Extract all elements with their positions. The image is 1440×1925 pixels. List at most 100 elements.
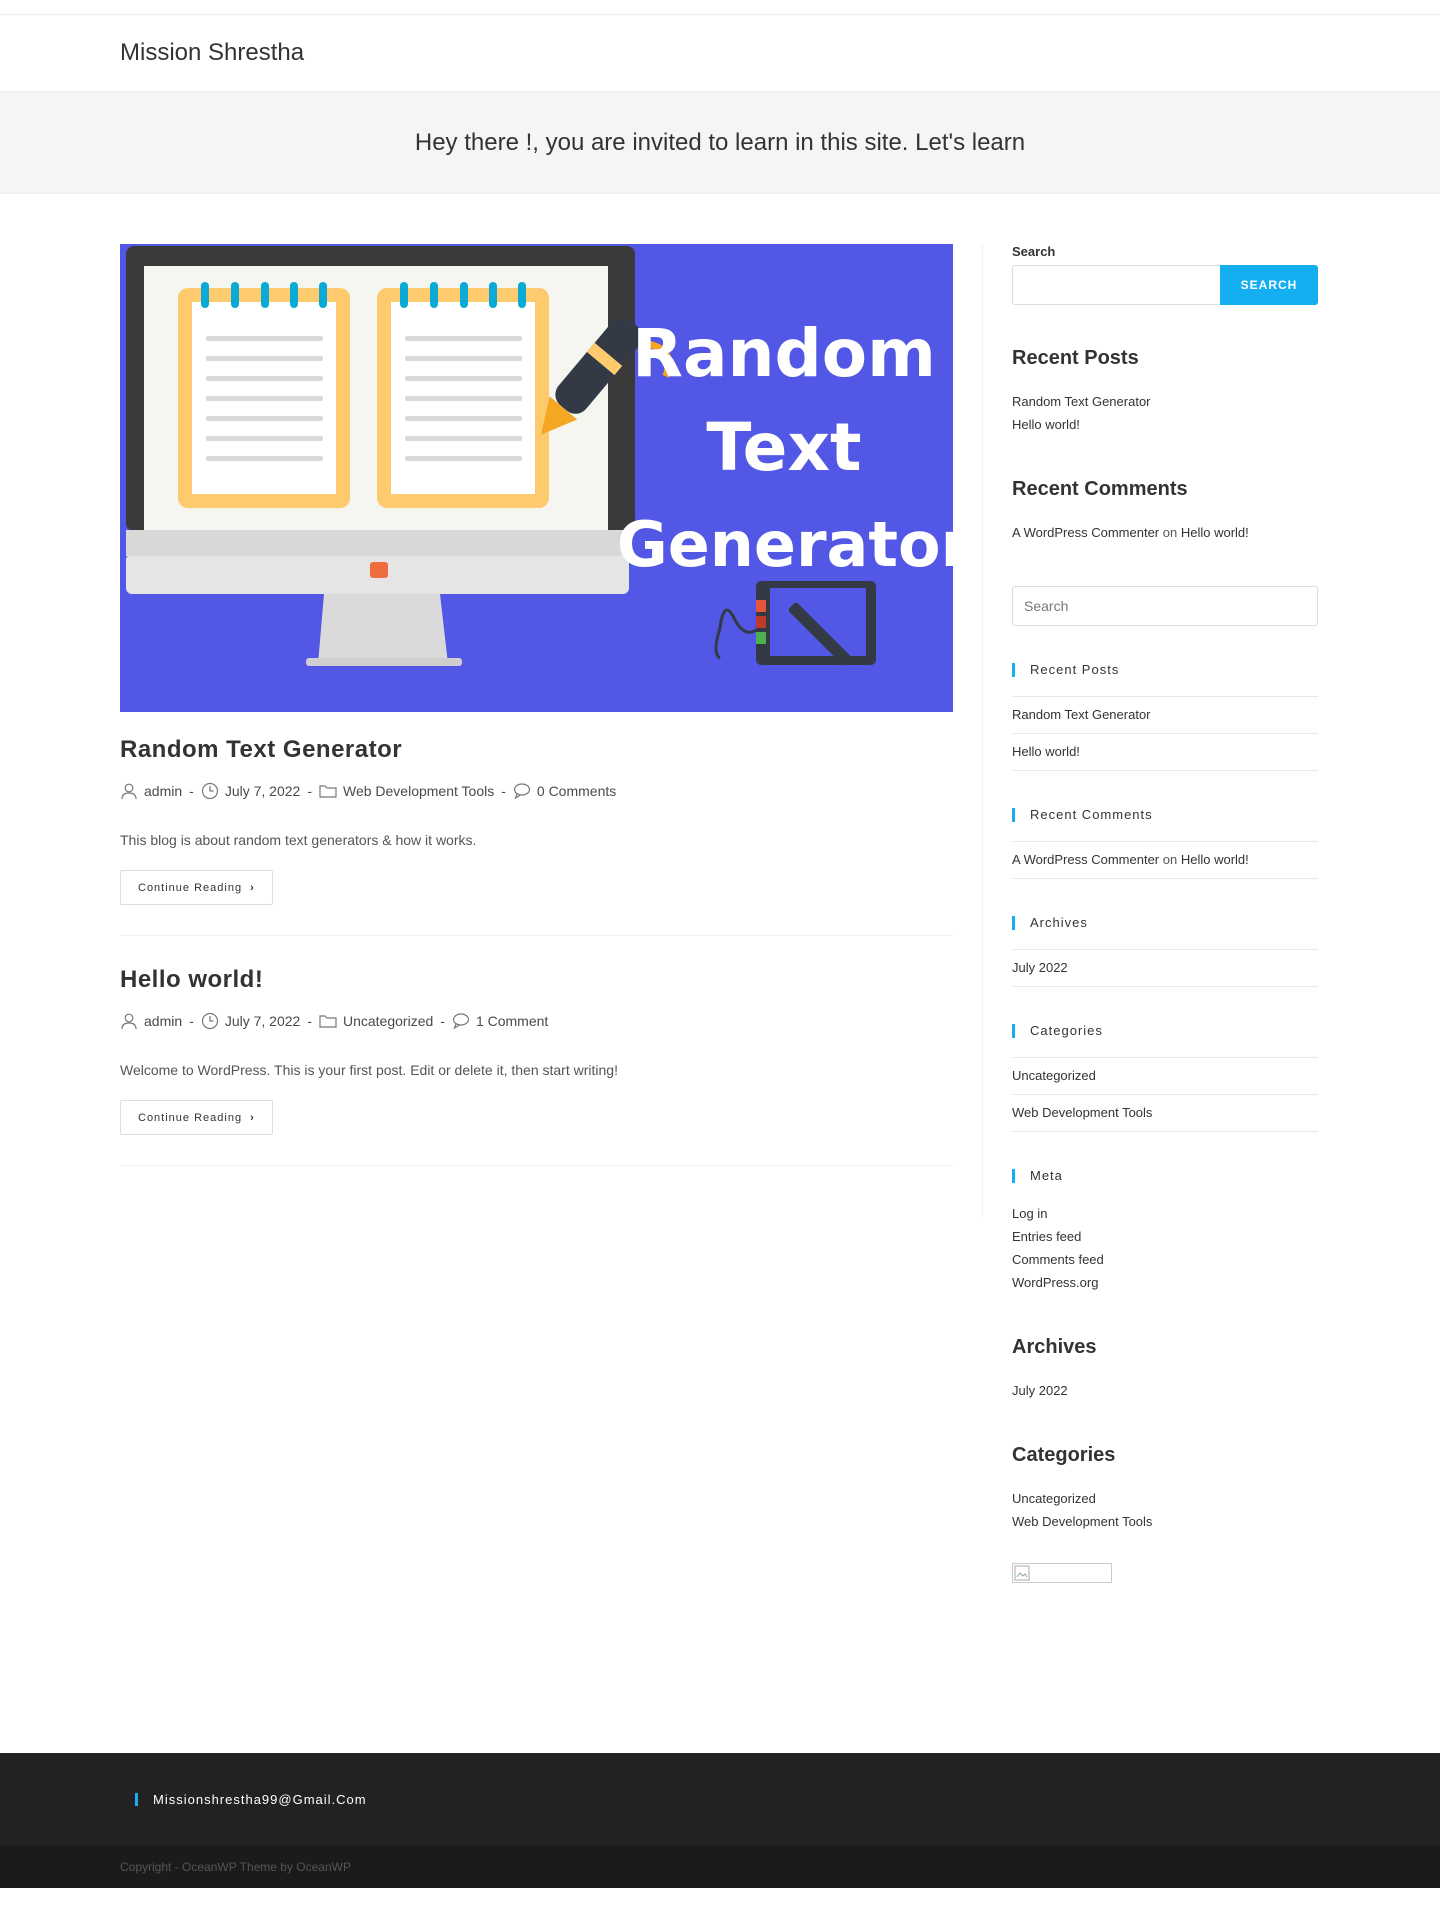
- comment-post-link[interactable]: Hello world!: [1181, 525, 1249, 540]
- post-meta: admin - July 7, 2022 - Web Development T…: [120, 782, 953, 800]
- boxed-recent-posts-title: Recent Posts: [1012, 663, 1318, 677]
- post-author-link[interactable]: admin: [144, 1013, 182, 1029]
- featured-text-line-3: Generator: [617, 508, 953, 581]
- post-title-link[interactable]: Random Text Generator: [120, 736, 953, 764]
- search-input-2[interactable]: Search: [1012, 586, 1318, 626]
- site-title-link[interactable]: Mission Shrestha: [120, 39, 304, 66]
- column-divider: [953, 244, 983, 1217]
- banner-heading: Hey there !, you are invited to learn in…: [414, 128, 1026, 156]
- search-form: SEARCH: [1012, 265, 1318, 305]
- meta-comments-feed-link[interactable]: Comments feed: [1012, 1252, 1104, 1267]
- category-link[interactable]: Uncategorized: [1012, 1068, 1096, 1083]
- footer-email: Missionshrestha99@Gmail.Com: [135, 1793, 1320, 1806]
- meta-wordpress-link[interactable]: WordPress.org: [1012, 1275, 1098, 1290]
- archive-link[interactable]: July 2022: [1012, 960, 1068, 975]
- boxed-categories-title: Categories: [1012, 1024, 1318, 1038]
- post-author: admin: [120, 1012, 182, 1030]
- search-label: Search: [1012, 244, 1056, 259]
- footer-bottom-bar: Copyright - OceanWP Theme by OceanWP: [0, 1846, 1440, 1888]
- comment-author-link[interactable]: A WordPress Commenter: [1012, 852, 1159, 867]
- category-link[interactable]: Web Development Tools: [1012, 1514, 1152, 1529]
- chevron-right-icon: ›: [250, 1111, 255, 1124]
- post-meta: admin - July 7, 2022 - Uncategorized - 1…: [120, 1012, 953, 1030]
- continue-reading-button[interactable]: Continue Reading ›: [120, 1100, 273, 1135]
- archives-title: Archives: [1012, 1336, 1097, 1358]
- boxed-meta-widget: Meta Log in Entries feed Comments feed W…: [1012, 1169, 1318, 1294]
- post-author-link[interactable]: admin: [144, 783, 182, 799]
- featured-text-line-2: Text: [706, 409, 861, 486]
- post-item: Random Text Generator Random Text Genera…: [120, 244, 953, 936]
- category-link[interactable]: Uncategorized: [1012, 1491, 1096, 1506]
- post-category-link[interactable]: Uncategorized: [343, 1013, 433, 1029]
- comment-on-text: on: [1162, 525, 1178, 540]
- search-button[interactable]: SEARCH: [1220, 265, 1318, 305]
- recent-post-link[interactable]: Random Text Generator: [1012, 394, 1151, 409]
- comment-on-text: on: [1162, 852, 1178, 867]
- folder-icon: [319, 785, 337, 798]
- folder-icon: [319, 1015, 337, 1028]
- post-comments-link[interactable]: 0 Comments: [537, 783, 616, 799]
- recent-posts-list: Random Text Generator Hello world!: [1012, 390, 1318, 436]
- boxed-archives-widget: Archives July 2022: [1012, 916, 1318, 987]
- post-category: Web Development Tools: [319, 782, 494, 800]
- recent-comments-list: A WordPress Commenter on Hello world!: [1012, 521, 1318, 544]
- comment-post-link[interactable]: Hello world!: [1181, 852, 1249, 867]
- post-excerpt: Welcome to WordPress. This is your first…: [120, 1062, 618, 1078]
- post-comments: 0 Comments: [513, 782, 616, 800]
- clock-icon: [201, 782, 218, 800]
- boxed-meta-title: Meta: [1012, 1169, 1318, 1183]
- categories-list: Uncategorized Web Development Tools: [1012, 1487, 1318, 1533]
- user-icon: [121, 783, 137, 800]
- comment-icon: [452, 1013, 470, 1030]
- clock-icon: [201, 1012, 218, 1030]
- search-input[interactable]: [1012, 265, 1220, 305]
- sidebar: Search SEARCH Recent Posts Random Text G…: [1012, 244, 1318, 1583]
- chevron-right-icon: ›: [250, 881, 255, 894]
- recent-post-link[interactable]: Hello world!: [1012, 417, 1080, 432]
- post-comments-link[interactable]: 1 Comment: [476, 1013, 548, 1029]
- meta-login-link[interactable]: Log in: [1012, 1206, 1047, 1221]
- post-author: admin: [120, 782, 182, 800]
- archives-list: July 2022: [1012, 1379, 1318, 1402]
- boxed-archives-title: Archives: [1012, 916, 1318, 930]
- post-category: Uncategorized: [319, 1012, 433, 1030]
- boxed-recent-comments-title: Recent Comments: [1012, 808, 1318, 822]
- user-icon: [121, 1013, 137, 1030]
- featured-image[interactable]: Random Text Generator: [120, 244, 953, 712]
- comment-icon: [513, 783, 530, 800]
- copyright-text: Copyright - OceanWP Theme by OceanWP: [120, 1860, 351, 1874]
- recent-posts-title: Recent Posts: [1012, 347, 1139, 369]
- meta-separator: -: [189, 1013, 194, 1029]
- meta-separator: -: [440, 1013, 445, 1029]
- continue-reading-button[interactable]: Continue Reading ›: [120, 870, 273, 905]
- broken-image-icon: [1014, 1565, 1030, 1581]
- recent-post-link[interactable]: Hello world!: [1012, 744, 1080, 759]
- site-header: Mission Shrestha: [0, 15, 1440, 91]
- comment-item: A WordPress Commenter on Hello world!: [1012, 521, 1318, 544]
- recent-post-link[interactable]: Random Text Generator: [1012, 707, 1151, 722]
- meta-separator: -: [189, 783, 194, 799]
- post-excerpt: This blog is about random text generator…: [120, 832, 477, 848]
- broken-image: [1012, 1563, 1112, 1583]
- meta-separator: -: [307, 783, 312, 799]
- comment-item: A WordPress Commenter on Hello world!: [1012, 842, 1318, 879]
- page-banner: Hey there !, you are invited to learn in…: [0, 91, 1440, 194]
- top-bar: [0, 0, 1440, 15]
- post-comments: 1 Comment: [452, 1012, 548, 1030]
- post-title-link[interactable]: Hello world!: [120, 966, 953, 994]
- boxed-categories-widget: Categories Uncategorized Web Development…: [1012, 1024, 1318, 1132]
- post-date: July 7, 2022: [201, 1012, 301, 1030]
- comment-author-link[interactable]: A WordPress Commenter: [1012, 525, 1159, 540]
- category-link[interactable]: Web Development Tools: [1012, 1105, 1152, 1120]
- post-category-link[interactable]: Web Development Tools: [343, 783, 494, 799]
- meta-entries-feed-link[interactable]: Entries feed: [1012, 1229, 1081, 1244]
- archive-link[interactable]: July 2022: [1012, 1383, 1068, 1398]
- recent-comments-title: Recent Comments: [1012, 478, 1188, 500]
- posts-list: Random Text Generator Random Text Genera…: [120, 244, 953, 1583]
- post-item: Hello world! admin - July 7, 2022 - Unca…: [120, 966, 953, 1166]
- post-date-text: July 7, 2022: [224, 1013, 301, 1029]
- meta-separator: -: [501, 783, 506, 799]
- featured-text-line-1: Random: [632, 315, 936, 392]
- post-date: July 7, 2022: [201, 782, 300, 800]
- categories-title: Categories: [1012, 1444, 1116, 1466]
